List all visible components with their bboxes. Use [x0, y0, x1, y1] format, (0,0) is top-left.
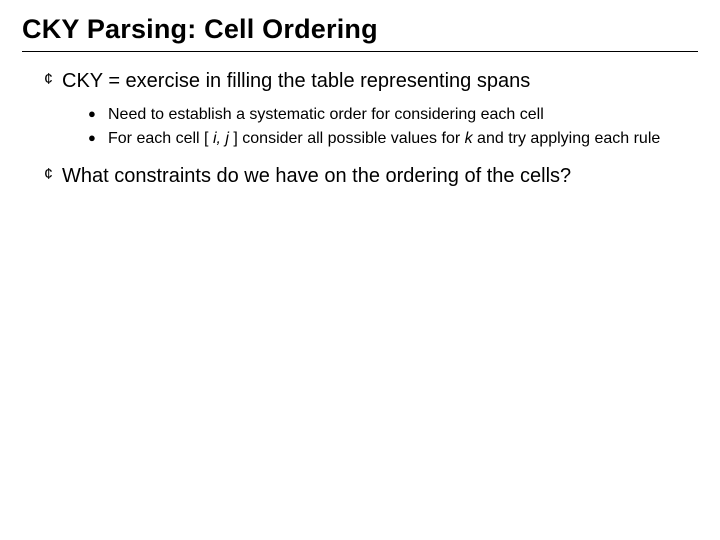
- bullet-text: For each cell [ i, j ] consider all poss…: [108, 128, 698, 150]
- bullet-text: What constraints do we have on the order…: [62, 163, 698, 189]
- text-fragment: and try applying each rule: [473, 130, 661, 147]
- italic-variable: k: [465, 130, 473, 147]
- hollow-square-icon: ¢: [44, 68, 62, 92]
- slide: CKY Parsing: Cell Ordering ¢ CKY = exerc…: [0, 0, 720, 540]
- text-fragment: ] consider all possible values for: [229, 130, 465, 147]
- bullet-text: CKY = exercise in filling the table repr…: [62, 68, 698, 94]
- bullet-level1: ¢ What constraints do we have on the ord…: [44, 163, 698, 189]
- bullet-level2: ● Need to establish a systematic order f…: [88, 104, 698, 126]
- title-underline: [22, 51, 698, 52]
- slide-title: CKY Parsing: Cell Ordering: [22, 14, 698, 45]
- text-fragment: For each cell [: [108, 130, 213, 147]
- sub-bullet-group: ● Need to establish a systematic order f…: [88, 104, 698, 149]
- disc-icon: ●: [88, 104, 108, 125]
- bullet-level1: ¢ CKY = exercise in filling the table re…: [44, 68, 698, 94]
- bullet-level2: ● For each cell [ i, j ] consider all po…: [88, 128, 698, 150]
- disc-icon: ●: [88, 128, 108, 149]
- hollow-square-icon: ¢: [44, 163, 62, 187]
- bullet-text: Need to establish a systematic order for…: [108, 104, 698, 126]
- italic-variable: i, j: [213, 130, 229, 147]
